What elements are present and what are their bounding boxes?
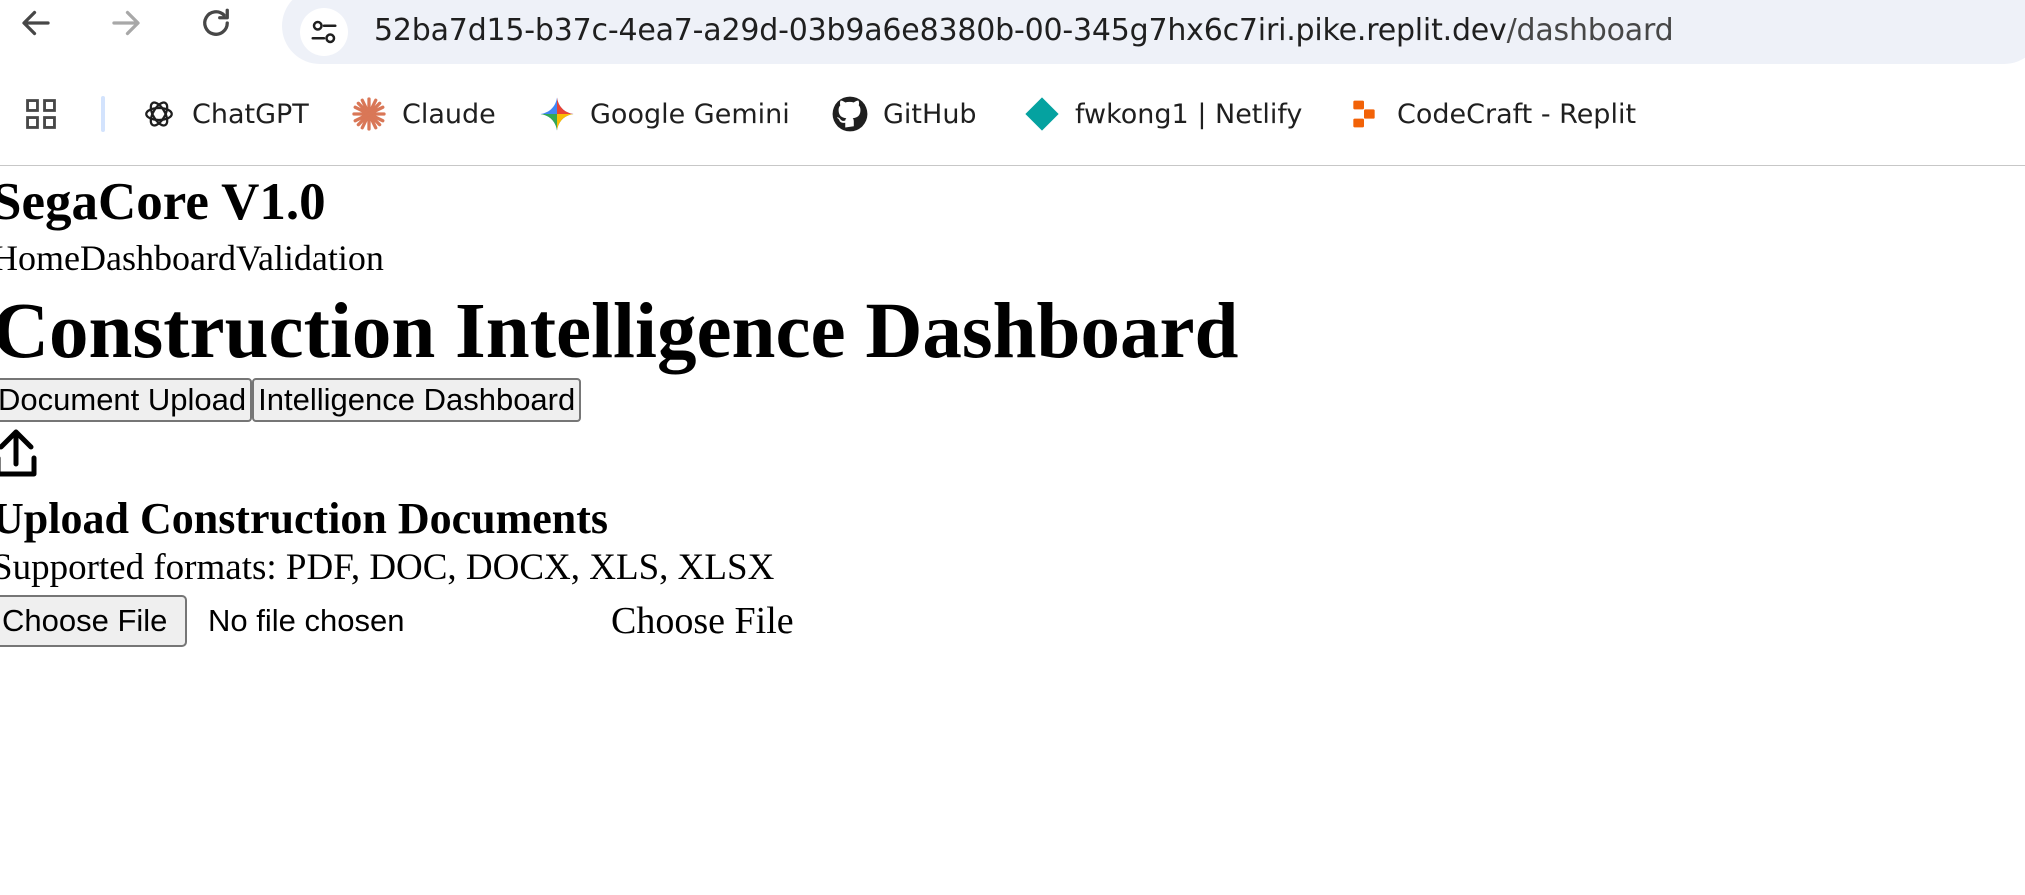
page-title: Construction Intelligence Dashboard (0, 288, 1239, 375)
url-path: /dashboard (1506, 13, 1674, 48)
github-icon (831, 95, 869, 133)
reload-icon (203, 8, 229, 36)
apps-grid-icon (26, 99, 56, 129)
nav-link-dashboard[interactable]: Dashboard (80, 238, 236, 278)
url-text[interactable]: 52ba7d15-b37c-4ea7-a29d-03b9a6e8380b-00-… (374, 11, 1674, 51)
main-nav: HomeDashboardValidation (0, 236, 384, 280)
bookmark-replit[interactable]: CodeCraft - Replit (1345, 86, 1636, 142)
file-input[interactable]: Choose File No file chosen Choose File (0, 595, 892, 647)
netlify-icon (1023, 95, 1061, 133)
bookmark-label: fwkong1 | Netlify (1075, 98, 1303, 130)
back-button[interactable] (6, 0, 66, 46)
arrow-left-icon (22, 10, 50, 36)
choose-file-button[interactable]: Choose File (0, 595, 188, 647)
nav-link-validation[interactable]: Validation (236, 238, 384, 278)
bookmark-netlify[interactable]: fwkong1 | Netlify (1023, 86, 1302, 142)
tune-icon (311, 20, 337, 44)
browser-chrome: 52ba7d15-b37c-4ea7-a29d-03b9a6e8380b-00-… (0, 0, 2025, 166)
bookmark-label: Google Gemini (590, 98, 790, 130)
supported-formats-text: Supported formats: PDF, DOC, DOCX, XLS, … (0, 547, 775, 588)
upload-heading: Upload Construction Documents (0, 494, 609, 543)
file-status-text: No file chosen (208, 603, 405, 638)
app-title: SegaCore V1.0 (0, 173, 326, 231)
tab-intelligence-dashboard[interactable]: Intelligence Dashboard (252, 378, 582, 422)
bookmark-label: GitHub (883, 98, 977, 130)
nav-link-home[interactable]: Home (0, 238, 80, 278)
tab-document-upload[interactable]: Document Upload (0, 378, 253, 422)
bookmark-gemini[interactable]: Google Gemini (538, 86, 790, 142)
arrow-right-icon (112, 10, 140, 36)
choose-file-label[interactable]: Choose File (611, 599, 794, 643)
reload-button[interactable] (186, 0, 246, 46)
bookmark-github[interactable]: GitHub (831, 86, 977, 142)
bookmark-claude[interactable]: Claude (350, 86, 496, 142)
replit-icon (1345, 95, 1383, 133)
bookmarks-separator (101, 96, 105, 132)
upload-icon (0, 429, 37, 477)
gemini-icon (538, 95, 576, 133)
bookmark-label: CodeCraft - Replit (1397, 98, 1637, 130)
tab-bar: Document Upload Intelligence Dashboard (0, 378, 582, 422)
bookmarks-bar: ChatGPT Claude Google Gemini GitHub fwko… (0, 86, 2025, 142)
site-info-button[interactable] (300, 8, 348, 56)
apps-button[interactable] (24, 86, 58, 142)
bookmark-label: Claude (402, 98, 496, 130)
forward-button[interactable] (96, 0, 156, 46)
address-bar[interactable]: 52ba7d15-b37c-4ea7-a29d-03b9a6e8380b-00-… (282, 0, 2025, 64)
chatgpt-icon (140, 95, 178, 133)
claude-icon (350, 95, 388, 133)
bookmark-chatgpt[interactable]: ChatGPT (140, 86, 309, 142)
bookmark-label: ChatGPT (192, 98, 309, 130)
url-host: 52ba7d15-b37c-4ea7-a29d-03b9a6e8380b-00-… (374, 13, 1507, 48)
